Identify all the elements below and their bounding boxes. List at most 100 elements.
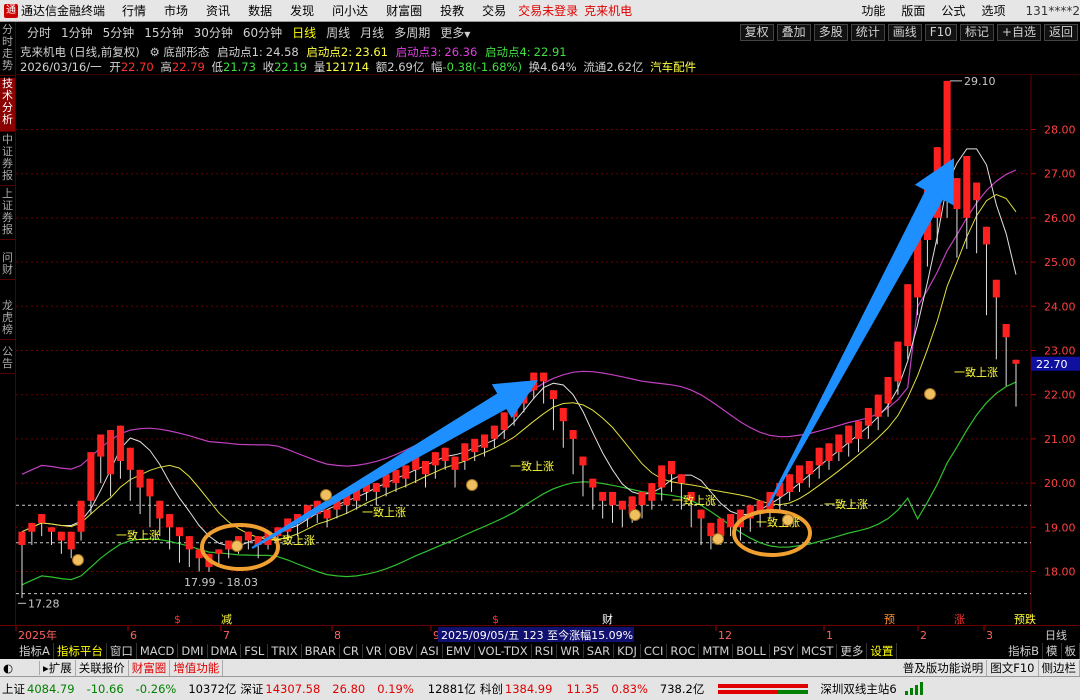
ind-tab-asi[interactable]: ASI <box>417 643 443 658</box>
menu-market-quotes[interactable]: 行情 <box>113 2 155 19</box>
menu-options[interactable]: 选项 <box>973 2 1013 19</box>
ind-tab-more[interactable]: 更多 <box>837 642 868 659</box>
sidebar-toggle-button[interactable]: 侧边栏 <box>1039 659 1080 676</box>
back-button[interactable]: 返回 <box>1043 23 1078 41</box>
graphic-f10-button[interactable]: 图文F10 <box>987 659 1039 676</box>
current-price-label: 22.70 <box>1036 358 1068 371</box>
candle-body <box>815 447 823 466</box>
tf-intraday[interactable]: 分时 <box>22 24 56 41</box>
tf-monthly[interactable]: 月线 <box>355 24 389 41</box>
tf-15min[interactable]: 15分钟 <box>139 24 188 41</box>
ind-tab-roc[interactable]: ROC <box>667 643 700 658</box>
candle-body <box>116 425 124 461</box>
ind-tab-cr[interactable]: CR <box>340 643 363 658</box>
menu-wealth-circle[interactable]: 财富圈 <box>377 2 431 19</box>
ind-tab-dma[interactable]: DMA <box>208 643 242 658</box>
ind-tab-boll[interactable]: BOLL <box>733 643 770 658</box>
ind-tab-psy[interactable]: PSY <box>770 643 799 658</box>
basic-function-help[interactable]: 普及版功能说明 <box>900 659 988 676</box>
candle-body <box>992 279 1000 298</box>
low-label: 低 <box>211 60 224 74</box>
price-tick-label: 28.00 <box>1044 124 1076 137</box>
toggle-icon[interactable]: ◐ <box>0 660 40 675</box>
menu-discover[interactable]: 发现 <box>281 2 323 19</box>
left-tab-intraday[interactable]: 分时走势 <box>0 24 15 76</box>
ind-tab-obv[interactable]: OBV <box>386 643 418 658</box>
candle-body <box>707 522 715 537</box>
ind-tab-vr[interactable]: VR <box>363 643 386 658</box>
menu-layout[interactable]: 版面 <box>893 2 933 19</box>
wealth-circle-tab[interactable]: 财富圈 <box>129 659 171 676</box>
menu-function[interactable]: 功能 <box>853 2 893 19</box>
add-watchlist-button[interactable]: +自选 <box>996 23 1041 41</box>
tf-weekly[interactable]: 周线 <box>321 24 355 41</box>
adjust-button[interactable]: 复权 <box>739 23 774 41</box>
value-added-tab[interactable]: 增值功能 <box>170 659 224 676</box>
ind-tab-cci[interactable]: CCI <box>641 643 668 658</box>
multi-stock-button[interactable]: 多股 <box>813 23 848 41</box>
menu-news[interactable]: 资讯 <box>197 2 239 19</box>
ind-tab-dmi[interactable]: DMI <box>178 643 208 658</box>
idx1-name[interactable]: 上证 <box>2 681 25 697</box>
login-status[interactable]: 交易未登录 <box>515 2 581 19</box>
tf-60min[interactable]: 60分钟 <box>238 24 287 41</box>
ma5-line <box>21 148 1017 547</box>
ind-tab-mcst[interactable]: MCST <box>798 643 838 658</box>
settings-gear-icon[interactable]: ⚙ <box>149 45 159 59</box>
ind-tab-a[interactable]: 指标A <box>16 642 54 659</box>
price-tick-label: 19.00 <box>1044 521 1076 534</box>
account-id[interactable]: 131****2 <box>1025 4 1080 18</box>
kline-chart[interactable]: 一致上涨 一致上涨一致上涨一致上涨一致上涨一致上涨一致上涨一致上涨$ 减 $ 财预涨预跌… <box>16 74 1080 625</box>
ind-tab-kdj[interactable]: KDJ <box>614 643 641 658</box>
overlay-button[interactable]: 叠加 <box>776 23 811 41</box>
left-tab-technical[interactable]: 技术分析 <box>0 78 15 132</box>
tf-daily[interactable]: 日线 <box>287 24 321 41</box>
left-tab-announcements[interactable]: 公告 <box>0 346 15 374</box>
menu-formula[interactable]: 公式 <box>933 2 973 19</box>
ind-tab-brar[interactable]: BRAR <box>302 643 340 658</box>
left-tab-ssj-news[interactable]: 上证券报 <box>0 188 15 240</box>
f10-button[interactable]: F10 <box>924 23 957 41</box>
ind-tab-emv[interactable]: EMV <box>443 643 475 658</box>
menu-trade[interactable]: 交易 <box>473 2 515 19</box>
left-tab-wencai[interactable]: 问财 <box>0 252 15 280</box>
server-name[interactable]: 深圳双线主站6 <box>820 681 896 697</box>
tf-30min[interactable]: 30分钟 <box>189 24 238 41</box>
indicator-name[interactable]: 底部形态 <box>163 45 209 59</box>
statistics-button[interactable]: 统计 <box>850 23 885 41</box>
ind-tab-fsl[interactable]: FSL <box>241 643 269 658</box>
ind-tab-mtm[interactable]: MTM <box>699 643 734 658</box>
mark-button[interactable]: 标记 <box>959 23 994 41</box>
ind-tab-rsi[interactable]: RSI <box>532 643 558 658</box>
ind-tab-settings[interactable]: 设置 <box>867 642 898 659</box>
left-tab-dragon-tiger[interactable]: 龙虎榜 <box>0 300 15 340</box>
tf-1min[interactable]: 1分钟 <box>56 24 98 41</box>
related-quotes-tab[interactable]: 关联报价 <box>76 659 129 676</box>
menu-education[interactable]: 投教 <box>431 2 473 19</box>
ind-tab-macd[interactable]: MACD <box>137 643 179 658</box>
ind-tab-wr[interactable]: WR <box>557 643 584 658</box>
ind-tab-trix[interactable]: TRIX <box>268 643 302 658</box>
ind-tab-vol-tdx[interactable]: VOL-TDX <box>475 643 532 658</box>
draw-line-button[interactable]: 画线 <box>887 23 922 41</box>
left-tab-csj-news[interactable]: 中证券报 <box>0 134 15 186</box>
ind-tab-sar[interactable]: SAR <box>584 643 615 658</box>
idx3-name[interactable]: 科创 <box>480 681 503 697</box>
sector-name[interactable]: 汽车配件 <box>650 60 696 74</box>
ind-tab-template[interactable]: 模 <box>1043 642 1062 659</box>
menu-ask-xiaoda[interactable]: 问小达 <box>323 2 377 19</box>
candle-body <box>786 474 794 492</box>
ind-tab-b[interactable]: 指标B <box>1005 642 1043 659</box>
tf-multi-period[interactable]: 多周期 <box>389 24 435 41</box>
candle-body <box>156 500 164 519</box>
candle-body <box>421 461 430 475</box>
tf-more[interactable]: 更多▼ <box>435 24 475 41</box>
idx2-name[interactable]: 深证 <box>240 681 263 697</box>
expand-tab[interactable]: ▸扩展 <box>40 659 76 676</box>
ind-tab-platform[interactable]: 指标平台 <box>54 642 107 659</box>
menu-data[interactable]: 数据 <box>239 2 281 19</box>
tf-5min[interactable]: 5分钟 <box>98 24 140 41</box>
ind-tab-board[interactable]: 板 <box>1062 642 1080 659</box>
ind-tab-window[interactable]: 窗口 <box>107 642 137 659</box>
menu-market[interactable]: 市场 <box>155 2 197 19</box>
